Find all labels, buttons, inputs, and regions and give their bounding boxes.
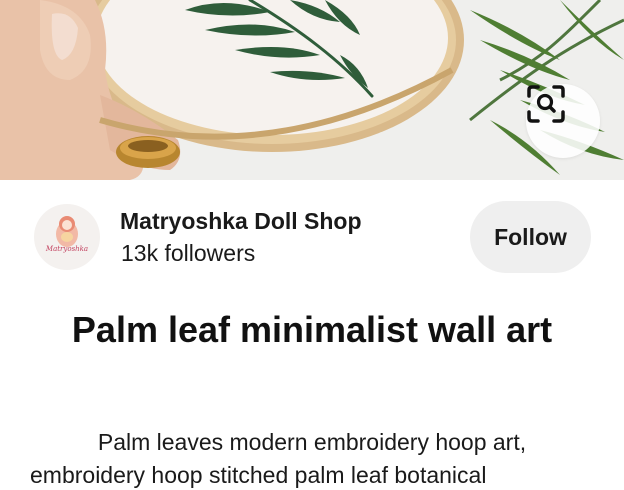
avatar[interactable]: Matryoshka (34, 204, 100, 270)
matryoshka-doll-logo (56, 216, 78, 247)
pin-title: Palm leaf minimalist wall art (71, 309, 553, 350)
avatar-logo-text: Matryoshka (45, 245, 89, 253)
pin-image[interactable] (0, 0, 624, 180)
lens-search-icon (527, 85, 565, 123)
follow-button[interactable]: Follow (470, 201, 591, 273)
visual-search-button[interactable] (526, 84, 600, 158)
creator-name[interactable]: Matryoshka Doll Shop (120, 208, 362, 235)
follower-count: 13k followers (121, 240, 256, 266)
creator-row: Matryoshka Matryoshka Doll Shop 13k foll… (0, 180, 624, 296)
pin-description: Palm leaves modern embroidery hoop art, (97, 429, 527, 455)
pin-description-continued: embroidery hoop stitched palm leaf botan… (30, 462, 487, 488)
